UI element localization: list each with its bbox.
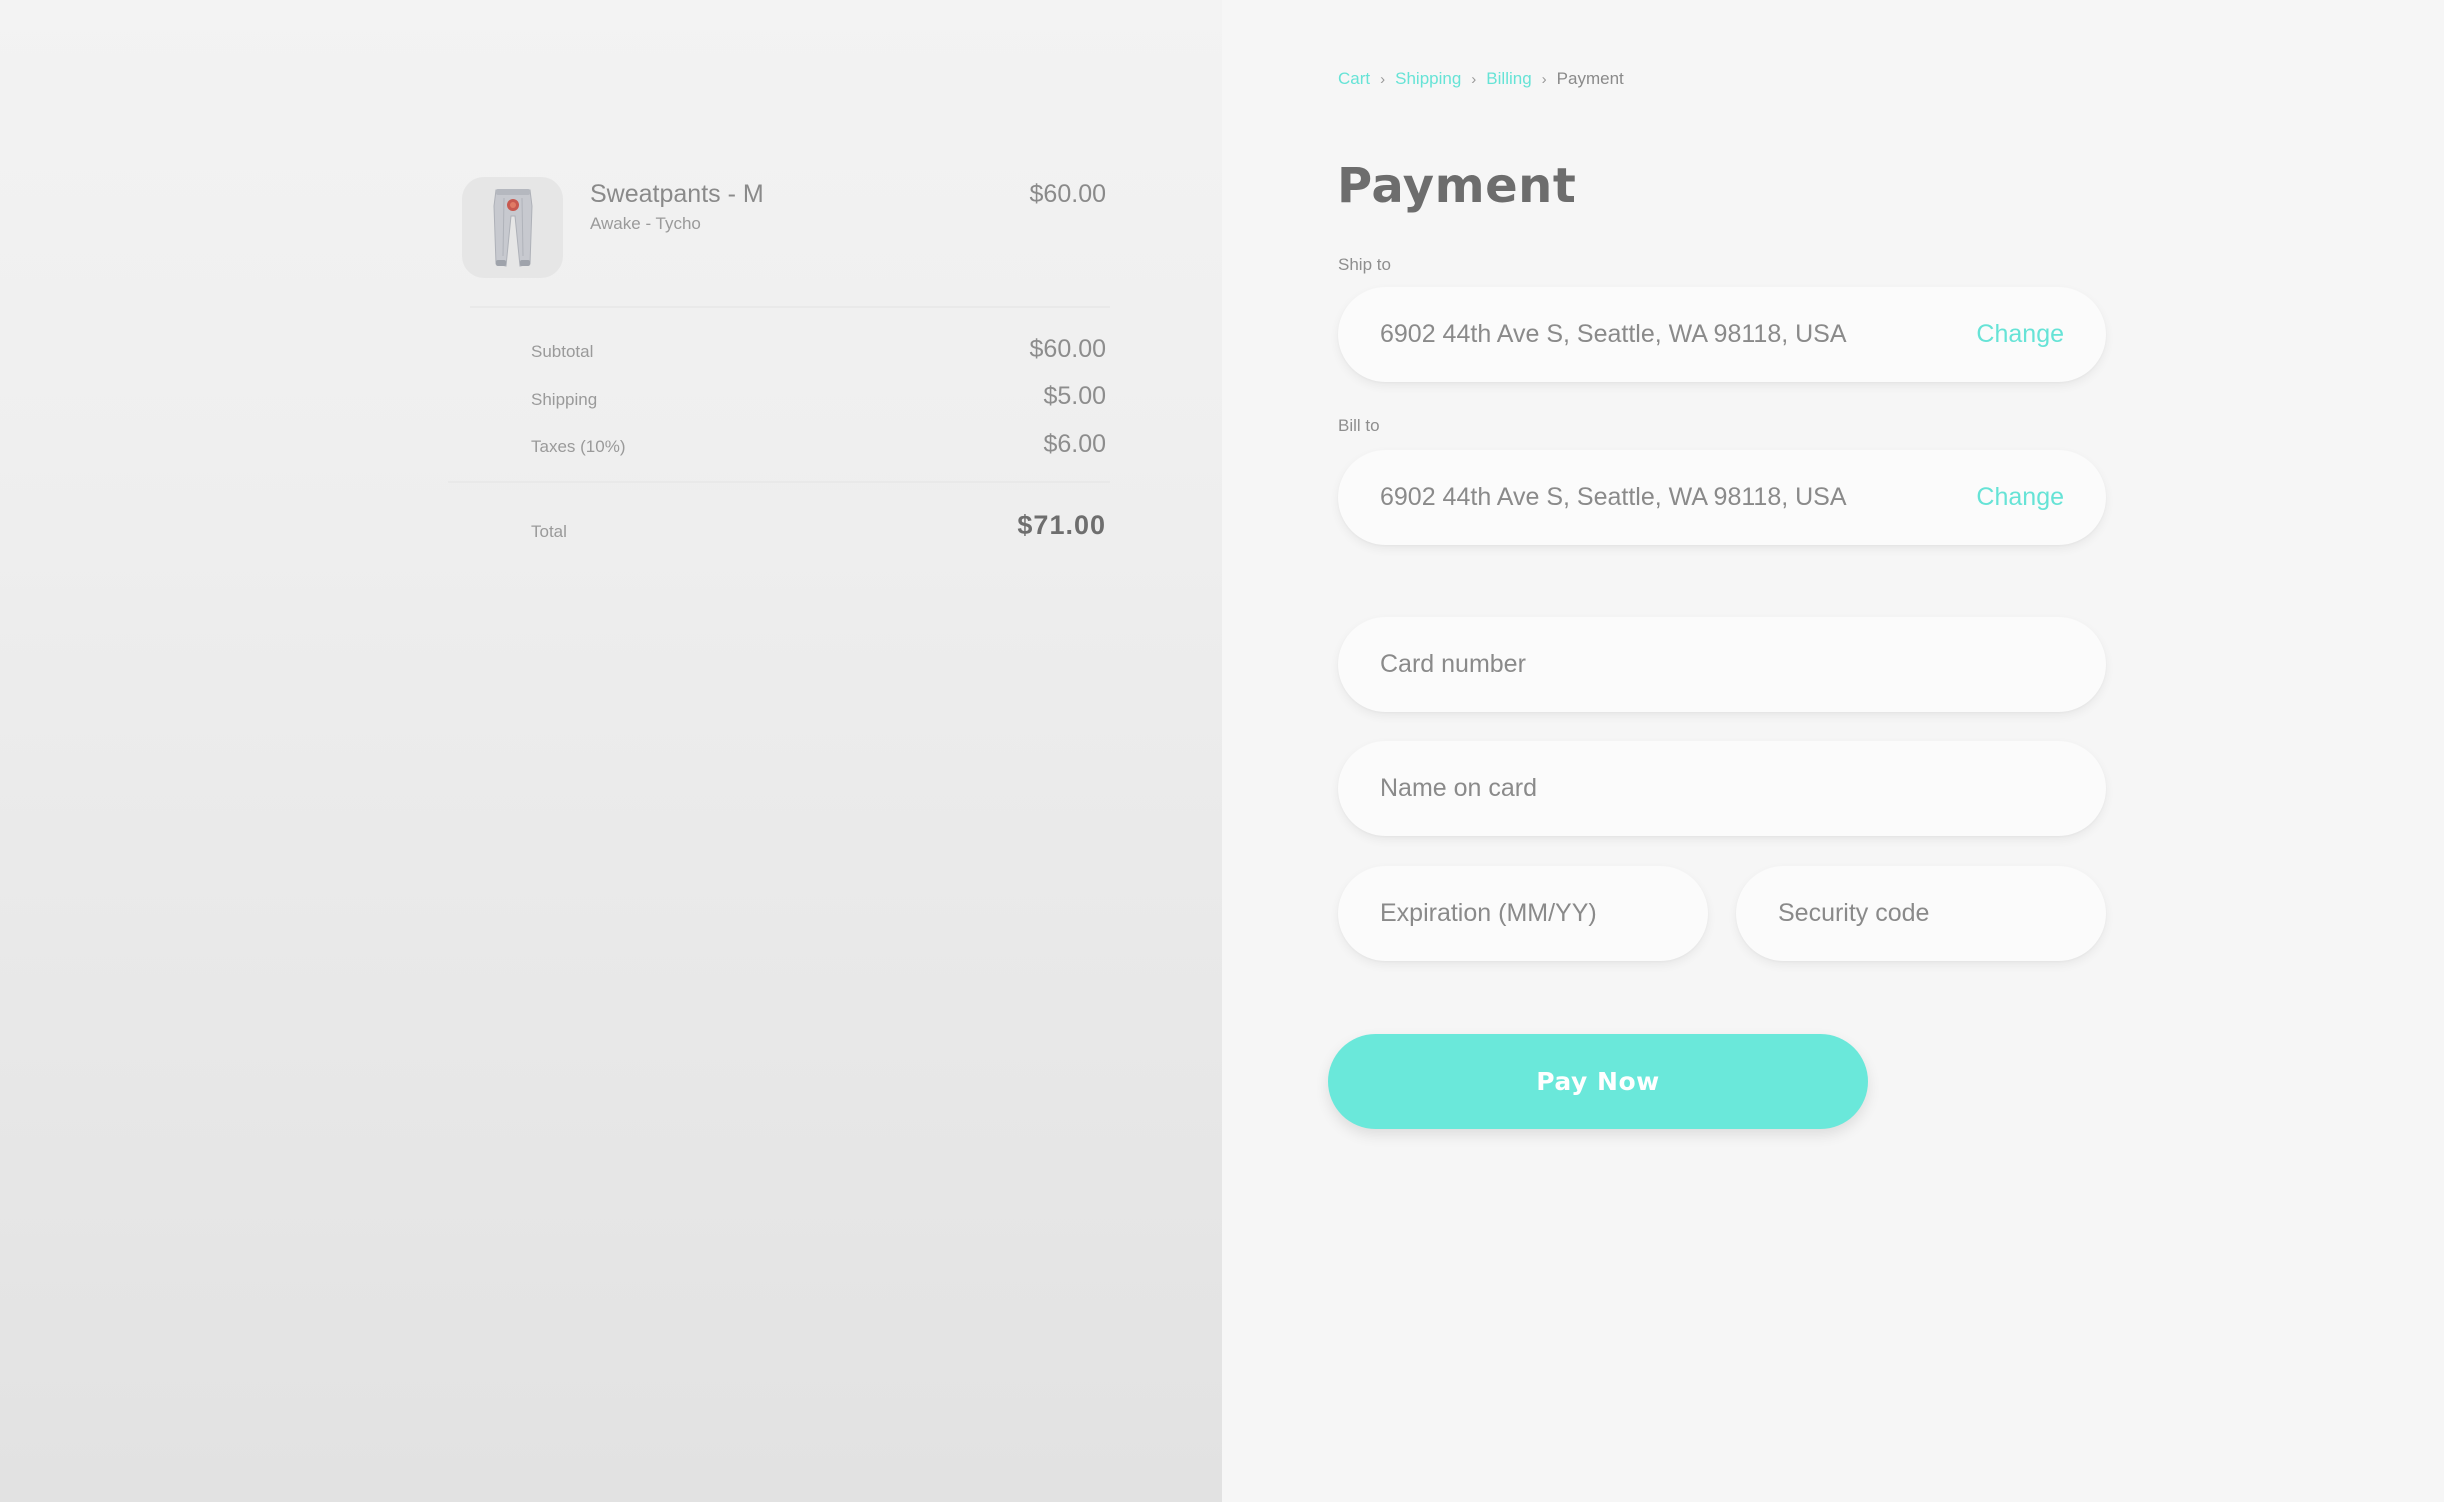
- security-code-field[interactable]: [1736, 866, 2106, 961]
- breadcrumb-billing[interactable]: Billing: [1486, 69, 1531, 89]
- subtotal-label: Subtotal: [531, 342, 594, 361]
- shipping-value: $5.00: [1043, 382, 1106, 410]
- breadcrumb: Cart › Shipping › Billing › Payment: [1338, 69, 1624, 89]
- total-value: $71.00: [1017, 510, 1106, 540]
- bill-to-address: 6902 44th Ave S, Seattle, WA 98118, USA: [1380, 483, 1847, 511]
- name-on-card-field[interactable]: [1338, 741, 2106, 836]
- order-summary: Sweatpants - M Awake - Tycho $60.00 Subt…: [0, 0, 1222, 1502]
- ship-to-address: 6902 44th Ave S, Seattle, WA 98118, USA: [1380, 320, 1847, 348]
- name-on-card-input[interactable]: [1380, 774, 2064, 803]
- taxes-label: Taxes (10%): [531, 437, 626, 456]
- breadcrumb-payment: Payment: [1556, 69, 1624, 88]
- taxes-value: $6.00: [1043, 430, 1106, 458]
- card-number-input[interactable]: [1380, 650, 2064, 679]
- chevron-right-icon: ›: [1471, 70, 1477, 88]
- page-title: Payment: [1337, 158, 1577, 214]
- expiration-field[interactable]: [1338, 866, 1708, 961]
- summary-divider: [470, 306, 1110, 308]
- chevron-right-icon: ›: [1380, 70, 1386, 88]
- card-number-field[interactable]: [1338, 617, 2106, 712]
- product-price: $60.00: [1029, 180, 1106, 208]
- product-thumbnail: [462, 177, 563, 278]
- subtotal-value: $60.00: [1029, 335, 1106, 363]
- sweatpants-image: [492, 188, 533, 267]
- breadcrumb-cart[interactable]: Cart: [1338, 69, 1370, 89]
- product-name: Sweatpants - M: [590, 180, 764, 208]
- product-subtitle: Awake - Tycho: [590, 214, 701, 233]
- security-code-input[interactable]: [1778, 899, 2064, 928]
- total-divider: [448, 481, 1110, 483]
- pay-now-button[interactable]: Pay Now: [1328, 1034, 1868, 1129]
- shipping-label: Shipping: [531, 390, 598, 409]
- bill-to-label: Bill to: [1338, 416, 1380, 435]
- bill-to-address-box: 6902 44th Ave S, Seattle, WA 98118, USA …: [1338, 450, 2106, 545]
- ship-to-address-box: 6902 44th Ave S, Seattle, WA 98118, USA …: [1338, 287, 2106, 382]
- expiration-input[interactable]: [1380, 899, 1666, 928]
- change-bill-to-link[interactable]: Change: [1976, 483, 2064, 512]
- breadcrumb-shipping[interactable]: Shipping: [1395, 69, 1461, 89]
- checkout-page: Sweatpants - M Awake - Tycho $60.00 Subt…: [0, 0, 2444, 1502]
- total-label: Total: [531, 522, 567, 541]
- change-ship-to-link[interactable]: Change: [1976, 320, 2064, 349]
- ship-to-label: Ship to: [1338, 255, 1391, 274]
- chevron-right-icon: ›: [1541, 70, 1547, 88]
